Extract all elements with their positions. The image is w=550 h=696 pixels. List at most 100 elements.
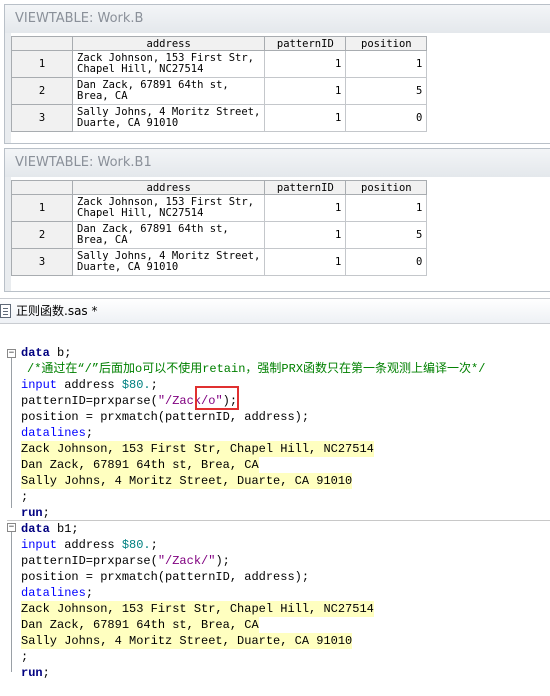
variable-name: address bbox=[57, 378, 122, 392]
semicolon: ; bbox=[150, 538, 158, 552]
assignment-text: patternID=prxparse( bbox=[21, 394, 158, 408]
keyword-run: run bbox=[21, 666, 43, 680]
format-text: $80. bbox=[121, 378, 151, 392]
viewtable-work-b-window[interactable]: VIEWTABLE: Work.B address patternID posi… bbox=[4, 4, 550, 144]
code-line: patternID=prxparse("/Zack/"); bbox=[21, 553, 230, 569]
code-line: datalines; bbox=[21, 425, 93, 441]
cell-address[interactable]: Dan Zack, 67891 64th st, Brea, CA bbox=[71, 77, 266, 105]
fold-collapse-icon[interactable]: − bbox=[7, 349, 16, 358]
editor-tab-title[interactable]: 正则函数.sas * bbox=[16, 299, 98, 323]
corner-header bbox=[11, 180, 73, 195]
datalines-row: Dan Zack, 67891 64th st, Brea, CA bbox=[21, 457, 259, 473]
column-header-patternid[interactable]: patternID bbox=[264, 180, 347, 195]
cell-address[interactable]: Sally Johns, 4 Moritz Street, Duarte, CA… bbox=[71, 248, 266, 276]
code-line: run; bbox=[21, 505, 50, 521]
keyword-data: data bbox=[21, 346, 50, 360]
code-editor[interactable]: − data b; /*通过在“/”后面加o可以不使用retain，强制PRX函… bbox=[0, 324, 550, 696]
step-separator bbox=[7, 520, 550, 521]
cell-patternid[interactable]: 1 bbox=[264, 194, 347, 222]
viewtable-grid-area: address patternID position 1 Zack Johnso… bbox=[11, 33, 550, 143]
fold-collapse-icon[interactable]: − bbox=[7, 523, 16, 532]
data-grid[interactable]: address patternID position 1 Zack Johnso… bbox=[11, 180, 428, 276]
datalines-row: Dan Zack, 67891 64th st, Brea, CA bbox=[21, 617, 259, 633]
cell-patternid[interactable]: 1 bbox=[264, 50, 347, 78]
column-header-address[interactable]: address bbox=[71, 180, 266, 195]
code-line: data b; bbox=[21, 345, 71, 361]
table-row[interactable]: 3 Sally Johns, 4 Moritz Street, Duarte, … bbox=[11, 248, 428, 276]
datalines-row: Sally Johns, 4 Moritz Street, Duarte, CA… bbox=[21, 633, 353, 649]
viewtable-title: VIEWTABLE: Work.B1 bbox=[5, 149, 550, 177]
cell-position[interactable]: 0 bbox=[345, 104, 428, 132]
column-header-position[interactable]: position bbox=[345, 180, 428, 195]
column-header-position[interactable]: position bbox=[345, 36, 428, 51]
code-line: position = prxmatch(patternID, address); bbox=[21, 410, 310, 424]
code-line: datalines; bbox=[21, 585, 93, 601]
datalines-row: Sally Johns, 4 Moritz Street, Duarte, CA… bbox=[21, 473, 353, 489]
column-header-patternid[interactable]: patternID bbox=[264, 36, 347, 51]
table-row[interactable]: 2 Dan Zack, 67891 64th st, Brea, CA 1 5 bbox=[11, 221, 428, 249]
column-header-address[interactable]: address bbox=[71, 36, 266, 51]
paren-close: ); bbox=[215, 554, 230, 568]
semicolon: ; bbox=[150, 378, 158, 392]
cell-address[interactable]: Zack Johnson, 153 First Str, Chapel Hill… bbox=[71, 50, 266, 78]
regex-string: "/Zack/" bbox=[157, 554, 216, 568]
semicolon: ; bbox=[42, 666, 50, 680]
code-line: input address $80.; bbox=[21, 377, 158, 393]
assignment-text: patternID=prxparse( bbox=[21, 554, 158, 568]
code-line: ; bbox=[21, 490, 29, 504]
cell-address[interactable]: Zack Johnson, 153 First Str, Chapel Hill… bbox=[71, 194, 266, 222]
statement-datalines: datalines bbox=[21, 586, 86, 600]
fold-guide bbox=[11, 358, 12, 508]
statement-datalines: datalines bbox=[21, 426, 86, 440]
cell-address[interactable]: Sally Johns, 4 Moritz Street, Duarte, CA… bbox=[71, 104, 266, 132]
code-line: ; bbox=[21, 650, 29, 664]
data-grid[interactable]: address patternID position 1 Zack Johnso… bbox=[11, 36, 428, 132]
sas-program-file-icon bbox=[0, 304, 11, 318]
table-row[interactable]: 3 Sally Johns, 4 Moritz Street, Duarte, … bbox=[11, 104, 428, 132]
cell-position[interactable]: 5 bbox=[345, 221, 428, 249]
dataset-name: b1; bbox=[49, 522, 79, 536]
row-number[interactable]: 1 bbox=[11, 194, 73, 222]
cell-position[interactable]: 5 bbox=[345, 77, 428, 105]
corner-header bbox=[11, 36, 73, 51]
code-line: run; bbox=[21, 665, 50, 681]
keyword-run: run bbox=[21, 506, 43, 520]
cell-patternid[interactable]: 1 bbox=[264, 221, 347, 249]
semicolon: ; bbox=[85, 426, 94, 440]
editor-tab-bar: 正则函数.sas * bbox=[0, 298, 550, 324]
table-row[interactable]: 1 Zack Johnson, 153 First Str, Chapel Hi… bbox=[11, 194, 428, 222]
viewtable-title: VIEWTABLE: Work.B bbox=[5, 5, 550, 33]
cell-position[interactable]: 1 bbox=[345, 50, 428, 78]
viewtable-grid-area: address patternID position 1 Zack Johnso… bbox=[11, 177, 550, 291]
datalines-row: Zack Johnson, 153 First Str, Chapel Hill… bbox=[21, 601, 374, 617]
statement-input: input bbox=[21, 538, 58, 552]
keyword-data: data bbox=[21, 522, 50, 536]
dataset-name: b; bbox=[49, 346, 72, 360]
row-number[interactable]: 1 bbox=[11, 50, 73, 78]
cell-patternid[interactable]: 1 bbox=[264, 248, 347, 276]
variable-name: address bbox=[57, 538, 122, 552]
row-number[interactable]: 3 bbox=[11, 248, 73, 276]
row-number[interactable]: 3 bbox=[11, 104, 73, 132]
cell-patternid[interactable]: 1 bbox=[264, 77, 347, 105]
row-number[interactable]: 2 bbox=[11, 221, 73, 249]
cell-position[interactable]: 0 bbox=[345, 248, 428, 276]
cell-address[interactable]: Dan Zack, 67891 64th st, Brea, CA bbox=[71, 221, 266, 249]
comment-text: /*通过在“/”后面加o可以不使用retain，强制PRX函数只在第一条观测上编… bbox=[27, 362, 486, 376]
format-text: $80. bbox=[121, 538, 151, 552]
code-comment-line: /*通过在“/”后面加o可以不使用retain，强制PRX函数只在第一条观测上编… bbox=[27, 361, 485, 377]
row-number[interactable]: 2 bbox=[11, 77, 73, 105]
cell-patternid[interactable]: 1 bbox=[264, 104, 347, 132]
datalines-row: Zack Johnson, 153 First Str, Chapel Hill… bbox=[21, 441, 374, 457]
semicolon: ; bbox=[42, 506, 50, 520]
code-line: data b1; bbox=[21, 521, 79, 537]
table-row[interactable]: 1 Zack Johnson, 153 First Str, Chapel Hi… bbox=[11, 50, 428, 78]
fold-guide bbox=[11, 532, 12, 672]
semicolon: ; bbox=[85, 586, 94, 600]
table-row[interactable]: 2 Dan Zack, 67891 64th st, Brea, CA 1 5 bbox=[11, 77, 428, 105]
cell-position[interactable]: 1 bbox=[345, 194, 428, 222]
code-line: position = prxmatch(patternID, address); bbox=[21, 570, 310, 584]
statement-input: input bbox=[21, 378, 58, 392]
highlight-box bbox=[195, 386, 239, 410]
viewtable-work-b1-window[interactable]: VIEWTABLE: Work.B1 address patternID pos… bbox=[4, 148, 550, 292]
